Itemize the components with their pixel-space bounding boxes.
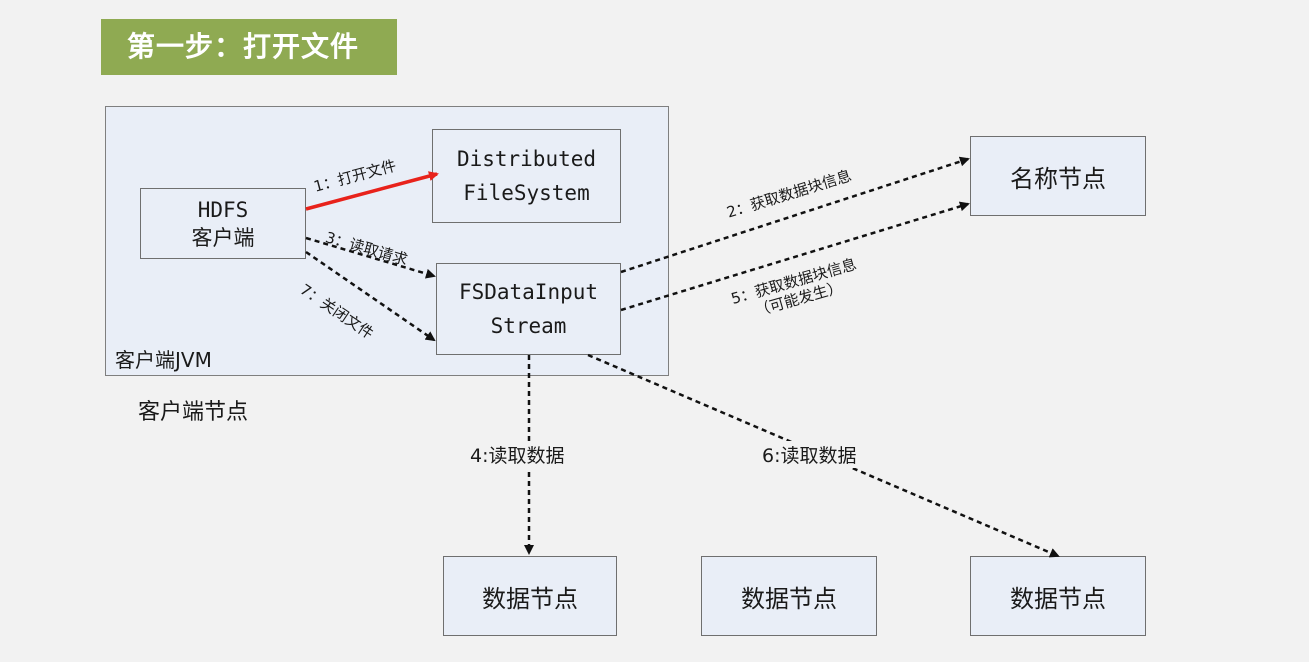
arrow-get-block-info	[620, 156, 970, 274]
arrows-layer	[305, 156, 1060, 558]
diagram-page: 第一步：打开文件 客户端JVM 客户端节点 HDFS 客户端 Distribut…	[0, 0, 1309, 662]
edge-label-read-data-6: 6:读取数据	[760, 441, 859, 468]
edge-label-read-data-4: 4:读取数据	[468, 441, 567, 468]
